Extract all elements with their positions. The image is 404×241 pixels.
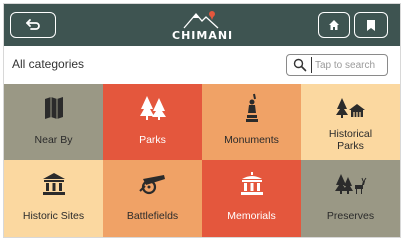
historic-building-icon	[42, 173, 65, 195]
logo-text: CHIMANI	[172, 29, 234, 42]
category-label: Historic Sites	[22, 210, 85, 222]
search-box[interactable]	[286, 54, 388, 76]
back-arrow-icon	[26, 19, 40, 30]
category-memorials[interactable]: Memorials	[202, 160, 301, 237]
bookmark-icon	[367, 19, 375, 31]
cannon-icon	[138, 175, 165, 195]
top-bar: CHIMANI	[4, 4, 400, 46]
app-window: CHIMANI All categories Tap to search Nea…	[4, 4, 400, 237]
search-row: All categories	[4, 46, 400, 84]
category-label: Memorials	[227, 210, 276, 222]
category-near-by[interactable]: Near By	[4, 84, 103, 160]
category-label: Monuments	[224, 134, 279, 146]
chimani-logo: CHIMANI	[172, 8, 232, 44]
memorial-icon	[240, 172, 263, 195]
category-preserves[interactable]: Preserves	[301, 160, 400, 237]
search-input[interactable]	[311, 57, 387, 73]
bookmark-button[interactable]	[354, 12, 388, 38]
preserve-trees-deer-icon	[334, 174, 366, 194]
mountain-logo-icon	[183, 11, 219, 29]
search-icon	[293, 58, 307, 72]
category-label: Near By	[34, 134, 73, 146]
home-icon	[329, 20, 339, 30]
category-monuments[interactable]: Monuments	[202, 84, 301, 160]
trees-icon	[139, 96, 166, 120]
category-label: Parks	[139, 134, 166, 146]
category-parks[interactable]: Parks	[103, 84, 202, 160]
category-grid: Near By Parks Monuments Historical Parks…	[4, 84, 400, 237]
category-historical-parks[interactable]: Historical Parks	[301, 84, 400, 160]
section-label: All categories	[12, 57, 85, 71]
historic-park-icon	[335, 98, 365, 118]
statue-of-liberty-icon	[245, 93, 258, 122]
category-battlefields[interactable]: Battlefields	[103, 160, 202, 237]
category-historic-sites[interactable]: Historic Sites	[4, 160, 103, 237]
category-label: Battlefields	[126, 210, 179, 222]
category-label: Preserves	[326, 210, 375, 222]
home-button[interactable]	[318, 12, 350, 38]
category-label: Historical Parks	[328, 128, 373, 152]
map-icon	[44, 97, 63, 119]
back-button[interactable]	[10, 12, 56, 38]
